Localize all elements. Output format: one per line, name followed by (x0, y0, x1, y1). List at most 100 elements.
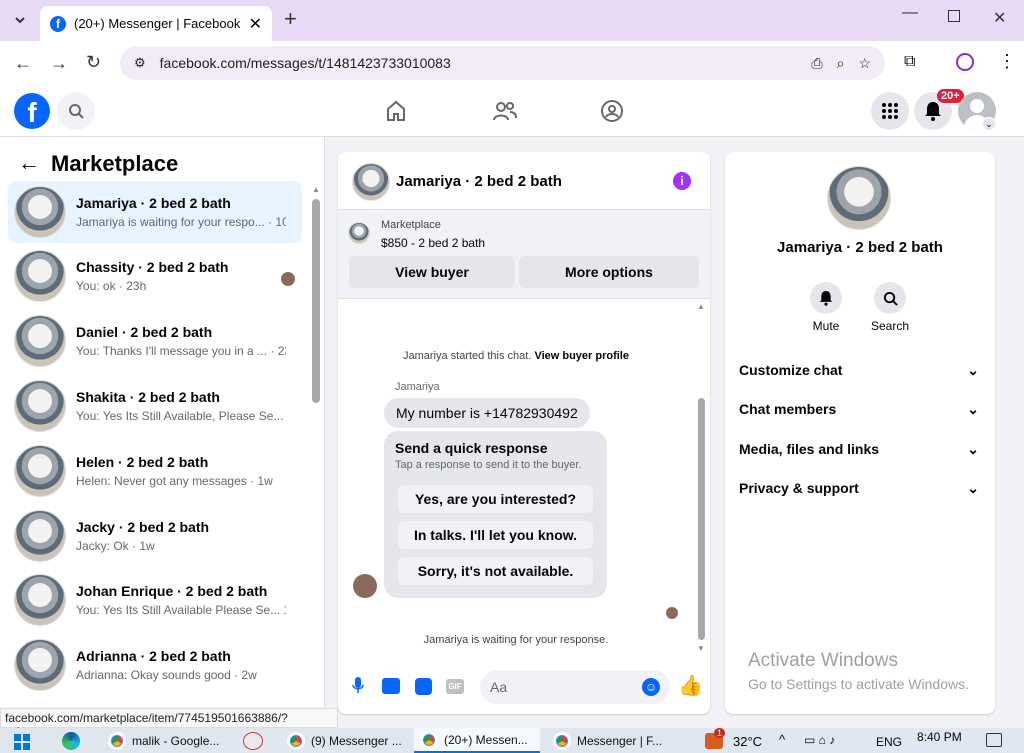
conversation-item[interactable]: Chassity · 2 bed 2 bath You: ok · 23h (8, 245, 302, 307)
language-indicator[interactable]: ENG (876, 735, 902, 749)
listing-label: Marketplace (381, 219, 441, 231)
activate-windows-title: Activate Windows (748, 650, 898, 671)
home-nav-button[interactable] (384, 99, 408, 126)
chat-scrollbar-thumb[interactable] (698, 398, 705, 640)
conversation-item[interactable]: Daniel · 2 bed 2 bath You: Thanks I'll me… (8, 310, 302, 372)
privacy-support-row[interactable]: Privacy & support ⌄ (739, 473, 979, 503)
link-status-bar: facebook.com/marketplace/item/7745195016… (0, 708, 338, 739)
browser-tab-active[interactable]: f (20+) Messenger | Facebook ✕ (40, 6, 272, 41)
emoji-icon[interactable]: ☺ (642, 678, 660, 696)
windows-start-icon[interactable] (14, 734, 30, 750)
taskbar-item-label: malik - Google... (132, 733, 220, 748)
search-button[interactable] (57, 92, 95, 130)
taskbar-item[interactable]: Messenger | F... (553, 728, 662, 753)
sidebar-scrollbar-thumb[interactable] (312, 199, 320, 403)
message-bubble[interactable]: My number is +14782930492 (384, 398, 590, 428)
menu-button[interactable] (871, 92, 909, 130)
conversation-item[interactable]: Johan Enrique · 2 bed 2 bath You: Yes Its… (8, 569, 302, 631)
browser-tabstrip: f (20+) Messenger | Facebook ✕ + — ✕ (0, 0, 1024, 41)
weather-badge: 1 (714, 728, 726, 738)
taskbar-item[interactable]: (9) Messenger ... (287, 728, 402, 753)
view-buyer-profile-link[interactable]: View buyer profile (534, 350, 629, 362)
chat-window: Jamariya · 2 bed 2 bath i Marketplace $8… (338, 152, 710, 714)
taskbar-item-active[interactable]: (20+) Messen... (414, 728, 540, 753)
scroll-up-arrow-icon[interactable]: ▲ (697, 302, 705, 311)
chevron-down-icon (15, 17, 25, 24)
url-text[interactable]: facebook.com/messages/t/1481423733010083 (160, 55, 798, 71)
conversation-item[interactable]: Jacky · 2 bed 2 bath Jacky: Ok · 1w (8, 505, 302, 567)
windows-taskbar: malik - Google... (9) Messenger ... (20+… (0, 728, 1024, 753)
new-tab-button[interactable]: + (284, 8, 297, 30)
conversation-name: Jacky · 2 bed 2 bath (76, 519, 210, 535)
quick-response-card: Send a quick response Tap a response to … (384, 431, 607, 598)
tab-search-button[interactable] (8, 8, 32, 32)
taskbar-item-label: (9) Messenger ... (311, 733, 402, 748)
reload-icon[interactable]: ↻ (86, 52, 101, 73)
facebook-favicon-icon: f (50, 15, 66, 32)
account-chevron-icon[interactable]: ⌄ (982, 117, 996, 131)
customize-chat-row[interactable]: Customize chat ⌄ (739, 355, 979, 385)
info-icon[interactable]: i (673, 172, 691, 190)
conversation-item[interactable]: Jamariya · 2 bed 2 bath Jamariya is waiti… (8, 181, 302, 243)
conversation-preview: Jacky: Ok · 1w (76, 539, 155, 553)
search-icon (69, 104, 84, 119)
bell-icon (819, 291, 833, 306)
friends-nav-button[interactable] (492, 99, 518, 126)
groups-nav-button[interactable] (600, 99, 624, 126)
view-buyer-button[interactable]: View buyer (349, 256, 515, 288)
install-app-icon[interactable]: ⎙ (811, 55, 822, 72)
sticker-icon[interactable] (415, 678, 432, 695)
groups-icon (601, 100, 623, 122)
friends-icon (493, 102, 517, 121)
taskbar-item[interactable]: malik - Google... (108, 728, 219, 753)
notifications-center-icon[interactable] (986, 733, 1002, 747)
media-files-links-row[interactable]: Media, files and links ⌄ (739, 434, 979, 464)
microphone-icon[interactable] (352, 676, 364, 697)
browser-menu-icon[interactable]: ⋮ (998, 51, 1016, 72)
site-settings-icon[interactable]: ⚙ (134, 55, 146, 71)
restore-window-button[interactable] (948, 10, 960, 22)
listing-banner: Marketplace $850 - 2 bed 2 bath View buy… (338, 209, 710, 299)
profile-avatar[interactable] (827, 166, 891, 230)
conversation-item[interactable]: Helen · 2 bed 2 bath Helen: Never got any… (8, 440, 302, 502)
tray-icons[interactable]: ▭ ⌂ ♪ (804, 733, 835, 747)
facebook-logo[interactable]: f (14, 93, 50, 129)
message-input-placeholder: Aa (490, 679, 508, 695)
more-options-button[interactable]: More options (519, 256, 699, 288)
waiting-notice: Jamariya is waiting for your response. (423, 634, 609, 646)
quick-response-button[interactable]: Yes, are you interested? (398, 485, 593, 513)
thumbs-up-icon[interactable]: 👍 (678, 673, 703, 698)
app-icon[interactable] (243, 732, 263, 750)
quick-response-button[interactable]: Sorry, it's not available. (398, 557, 593, 585)
conversation-name: Jamariya · 2 bed 2 bath (76, 195, 231, 211)
tray-chevron-icon[interactable]: ^ (779, 732, 785, 747)
address-bar[interactable]: ⚙ facebook.com/messages/t/14814237330100… (120, 46, 885, 80)
back-arrow-icon[interactable]: ← (14, 53, 32, 74)
temperature[interactable]: 32°C (733, 734, 762, 749)
photo-icon[interactable] (382, 678, 400, 694)
chat-members-row[interactable]: Chat members ⌄ (739, 394, 979, 424)
chat-title[interactable]: Jamariya · 2 bed 2 bath (396, 173, 562, 190)
conversation-item[interactable]: Adrianna · 2 bed 2 bath Adrianna: Okay so… (8, 634, 302, 696)
clock-time[interactable]: 8:40 PM (917, 730, 962, 744)
search-in-chat-button[interactable] (874, 282, 906, 314)
scroll-up-arrow-icon[interactable]: ▲ (312, 185, 320, 194)
close-window-button[interactable]: ✕ (993, 8, 1006, 28)
close-tab-icon[interactable]: ✕ (249, 14, 262, 34)
gif-icon[interactable]: GIF (446, 679, 464, 694)
conversation-item[interactable]: Shakita · 2 bed 2 bath You: Yes Its Still… (8, 375, 302, 437)
quick-response-button[interactable]: In talks. I'll let you know. (398, 521, 593, 549)
message-input[interactable]: Aa ☺ (480, 670, 670, 704)
profile-icon[interactable] (956, 53, 974, 71)
extensions-icon[interactable]: ⧉ (904, 53, 915, 71)
conversation-name: Johan Enrique · 2 bed 2 bath (76, 583, 268, 599)
scroll-down-arrow-icon[interactable]: ▼ (697, 644, 705, 653)
forward-arrow-icon[interactable]: → (50, 53, 68, 74)
back-arrow-icon[interactable]: ← (18, 150, 40, 176)
mute-button[interactable] (810, 282, 842, 314)
chat-avatar[interactable] (352, 163, 390, 201)
zoom-icon[interactable]: ⌕ (837, 55, 845, 72)
bookmark-star-icon[interactable]: ☆ (858, 55, 871, 72)
minimize-window-button[interactable]: — (902, 4, 918, 22)
edge-icon[interactable] (62, 732, 80, 750)
